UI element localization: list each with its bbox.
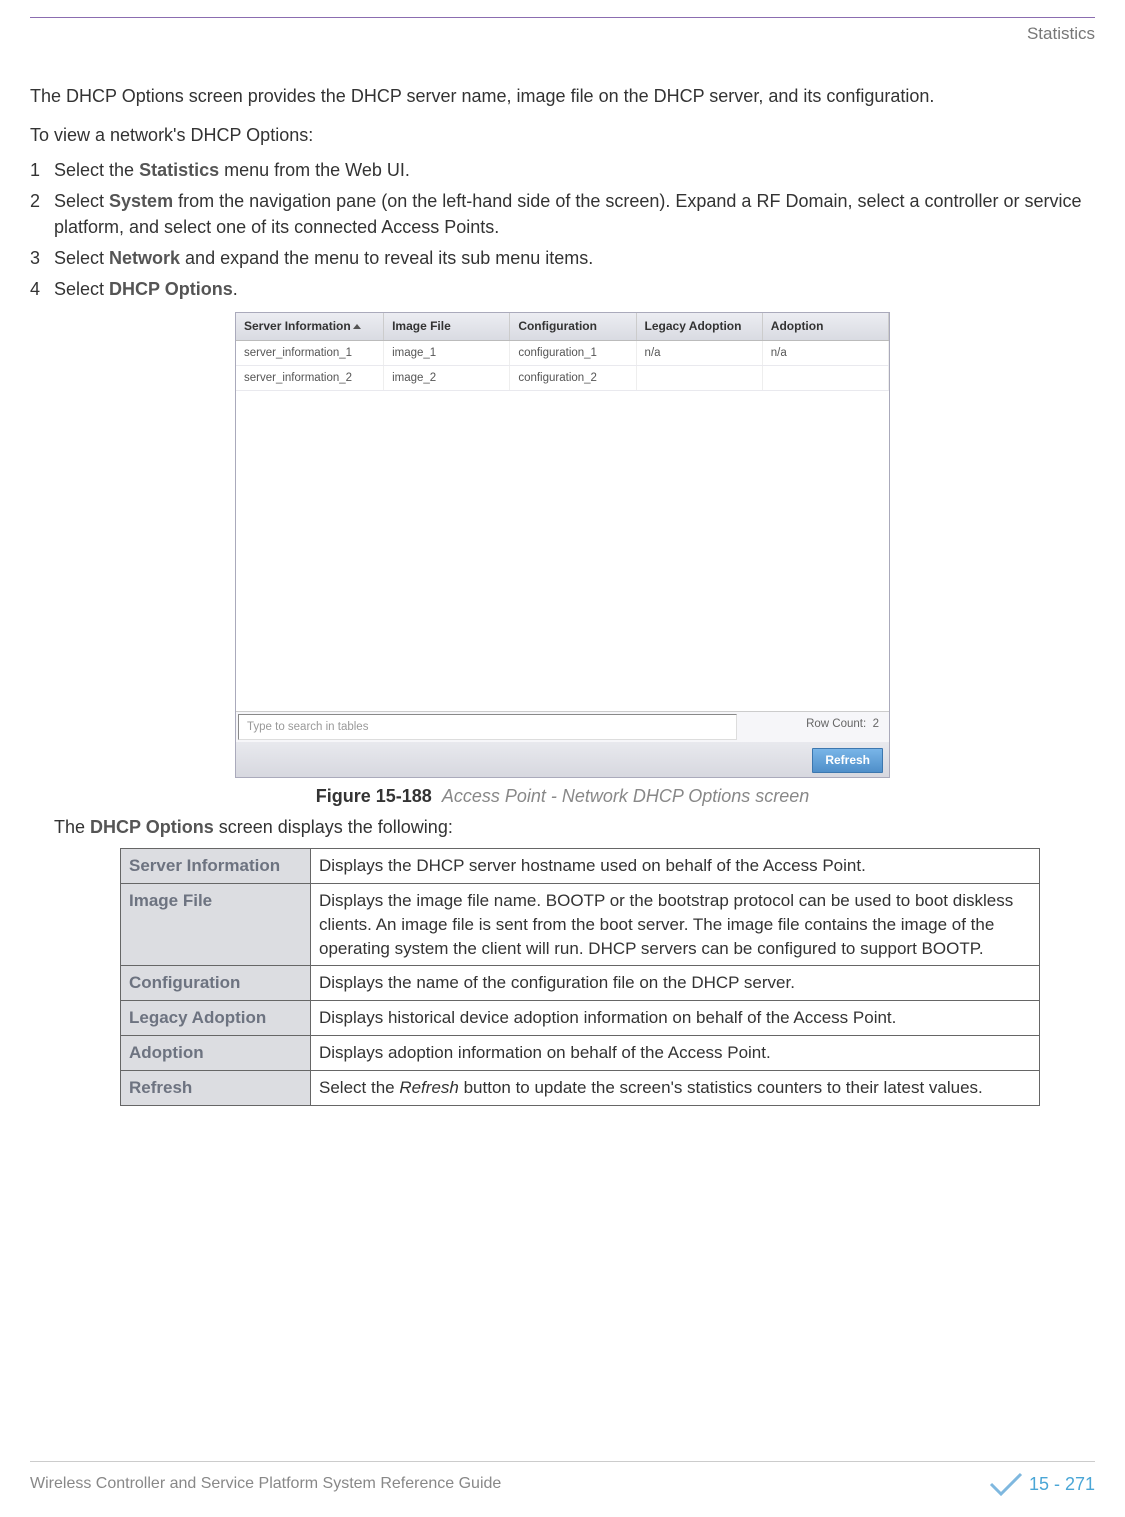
step-bold: DHCP Options xyxy=(109,279,233,299)
table-row: Legacy Adoption Displays historical devi… xyxy=(121,1001,1040,1036)
figure-caption: Figure 15-188 Access Point - Network DHC… xyxy=(30,784,1095,809)
step-text-pre: Select xyxy=(54,191,109,211)
col-legacy-adoption[interactable]: Legacy Adoption xyxy=(637,313,763,340)
refresh-button[interactable]: Refresh xyxy=(812,748,883,773)
desc-val: Displays the DHCP server hostname used o… xyxy=(311,849,1040,884)
step-text-pre: Select xyxy=(54,279,109,299)
step-text-post: . xyxy=(233,279,238,299)
step-text-post: and expand the menu to reveal its sub me… xyxy=(180,248,593,268)
search-input[interactable]: Type to search in tables xyxy=(238,714,737,740)
desc-val: Displays adoption information on behalf … xyxy=(311,1035,1040,1070)
figure-label: Figure 15-188 xyxy=(316,786,432,806)
figure-table-header: Server Information Image File Configurat… xyxy=(236,313,889,341)
section-header: Statistics xyxy=(30,22,1095,46)
page-number: 15 - 271 xyxy=(989,1472,1095,1497)
sub-intro: To view a network's DHCP Options: xyxy=(30,123,1095,148)
figure-screenshot: Server Information Image File Configurat… xyxy=(235,312,890,778)
cell-image: image_2 xyxy=(384,366,510,390)
cell-legacy: n/a xyxy=(637,341,763,365)
cell-adoption xyxy=(763,366,889,390)
desc-key: Configuration xyxy=(121,966,311,1001)
steps-list: 1 Select the Statistics menu from the We… xyxy=(30,158,1095,302)
step-bold: Statistics xyxy=(139,160,219,180)
checkmark-icon xyxy=(989,1472,1023,1496)
step-number: 3 xyxy=(30,246,54,271)
step-4: 4 Select DHCP Options. xyxy=(30,277,1095,302)
desc-key: Server Information xyxy=(121,849,311,884)
cell-config: configuration_2 xyxy=(510,366,636,390)
table-row: Refresh Select the Refresh button to upd… xyxy=(121,1070,1040,1105)
table-row: Server Information Displays the DHCP ser… xyxy=(121,849,1040,884)
desc-key: Legacy Adoption xyxy=(121,1001,311,1036)
step-number: 1 xyxy=(30,158,54,183)
col-configuration[interactable]: Configuration xyxy=(510,313,636,340)
table-row[interactable]: server_information_1 image_1 configurati… xyxy=(236,341,889,366)
cell-image: image_1 xyxy=(384,341,510,365)
table-row: Configuration Displays the name of the c… xyxy=(121,966,1040,1001)
description-table: Server Information Displays the DHCP ser… xyxy=(120,848,1040,1105)
top-rule xyxy=(30,0,1095,18)
desc-key: Image File xyxy=(121,883,311,965)
step-bold: Network xyxy=(109,248,180,268)
step-number: 2 xyxy=(30,189,54,239)
step-text-pre: Select xyxy=(54,248,109,268)
desc-val: Displays historical device adoption info… xyxy=(311,1001,1040,1036)
desc-val: Select the Refresh button to update the … xyxy=(311,1070,1040,1105)
page-footer: Wireless Controller and Service Platform… xyxy=(30,1461,1095,1497)
col-server-information[interactable]: Server Information xyxy=(236,313,384,340)
step-bold: System xyxy=(109,191,173,211)
col-image-file[interactable]: Image File xyxy=(384,313,510,340)
step-text-pre: Select the xyxy=(54,160,139,180)
table-row: Adoption Displays adoption information o… xyxy=(121,1035,1040,1070)
figure-caption-text: Access Point - Network DHCP Options scre… xyxy=(442,786,809,806)
table-row: Image File Displays the image file name.… xyxy=(121,883,1040,965)
cell-server: server_information_1 xyxy=(236,341,384,365)
step-2: 2 Select System from the navigation pane… xyxy=(30,189,1095,239)
step-1: 1 Select the Statistics menu from the We… xyxy=(30,158,1095,183)
table-intro: The DHCP Options screen displays the fol… xyxy=(54,815,1095,840)
intro-paragraph: The DHCP Options screen provides the DHC… xyxy=(30,84,1095,109)
cell-adoption: n/a xyxy=(763,341,889,365)
desc-key: Refresh xyxy=(121,1070,311,1105)
desc-val: Displays the name of the configuration f… xyxy=(311,966,1040,1001)
cell-server: server_information_2 xyxy=(236,366,384,390)
table-row[interactable]: server_information_2 image_2 configurati… xyxy=(236,366,889,391)
figure-table-body: server_information_1 image_1 configurati… xyxy=(236,341,889,711)
step-text-post: from the navigation pane (on the left-ha… xyxy=(54,191,1082,236)
cell-legacy xyxy=(637,366,763,390)
col-adoption[interactable]: Adoption xyxy=(763,313,889,340)
step-number: 4 xyxy=(30,277,54,302)
row-count: Row Count: 2 xyxy=(739,712,889,742)
desc-key: Adoption xyxy=(121,1035,311,1070)
step-text-post: menu from the Web UI. xyxy=(219,160,410,180)
footer-guide-title: Wireless Controller and Service Platform… xyxy=(30,1473,501,1495)
step-3: 3 Select Network and expand the menu to … xyxy=(30,246,1095,271)
desc-val: Displays the image file name. BOOTP or t… xyxy=(311,883,1040,965)
cell-config: configuration_1 xyxy=(510,341,636,365)
